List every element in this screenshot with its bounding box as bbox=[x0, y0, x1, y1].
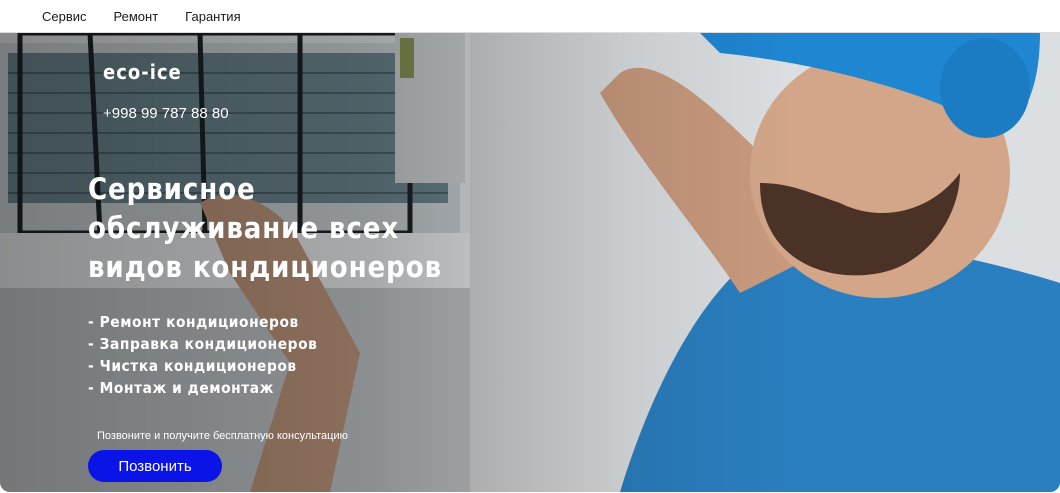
cta-caption: Позвоните и получите бесплатную консульт… bbox=[97, 430, 348, 442]
service-item-install: - Монтаж и демонтаж bbox=[88, 379, 274, 397]
nav-link-repair[interactable]: Ремонт bbox=[114, 9, 159, 24]
headline-line-1: Сервисное bbox=[88, 172, 256, 206]
brand-logo[interactable]: eco-ice bbox=[103, 60, 182, 84]
phone-number[interactable]: +998 99 787 88 80 bbox=[103, 105, 229, 122]
service-item-refill: - Заправка кондиционеров bbox=[88, 335, 318, 353]
top-nav: Сервис Ремонт Гарантия bbox=[0, 0, 1060, 33]
hero-headline: Сервисное обслуживание всех видов кондиц… bbox=[88, 170, 466, 287]
service-item-repair: - Ремонт кондиционеров bbox=[88, 313, 299, 331]
call-button[interactable]: Позвонить bbox=[88, 450, 222, 482]
nav-link-warranty[interactable]: Гарантия bbox=[185, 9, 240, 24]
headline-line-2: обслуживание всех bbox=[88, 211, 400, 245]
service-item-cleaning: - Чистка кондиционеров bbox=[88, 357, 297, 375]
services-list: - Ремонт кондиционеров - Заправка кондиц… bbox=[88, 311, 337, 399]
nav-link-service[interactable]: Сервис bbox=[42, 9, 87, 24]
hero-banner: eco-ice +998 99 787 88 80 Сервисное обсл… bbox=[0, 33, 1060, 492]
headline-line-3: видов кондиционеров bbox=[88, 250, 442, 284]
